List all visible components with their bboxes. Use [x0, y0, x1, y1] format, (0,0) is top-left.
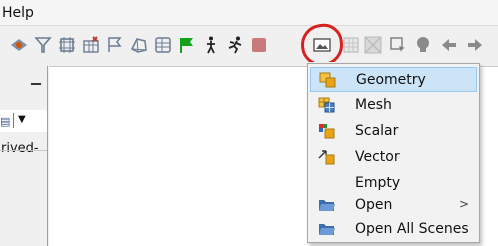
menu-item-scalar[interactable]: Scalar	[310, 119, 477, 144]
scene-icon[interactable]	[8, 34, 30, 56]
vector-scene-icon	[318, 149, 336, 165]
divider	[0, 150, 47, 151]
geometry-scene-icon	[319, 72, 337, 88]
polygon-icon[interactable]	[128, 34, 150, 56]
grid-icon[interactable]	[340, 34, 362, 56]
minimize-icon[interactable]	[31, 83, 41, 85]
menu-item-geometry[interactable]: Geometry	[310, 67, 477, 92]
menu-item-vector[interactable]: Vector	[310, 145, 477, 170]
forward-arrow-icon[interactable]	[464, 34, 486, 56]
crop-icon[interactable]	[56, 34, 78, 56]
run-icon[interactable]	[224, 34, 246, 56]
menu-item-label: Open All Scenes	[355, 221, 469, 237]
menu-item-label: Open	[355, 197, 393, 213]
checker-icon[interactable]	[362, 34, 384, 56]
table-icon[interactable]	[152, 34, 174, 56]
separator	[13, 113, 14, 128]
back-arrow-icon[interactable]	[438, 34, 460, 56]
menu-item-label: Empty	[355, 175, 401, 191]
mesh-scene-icon	[318, 97, 336, 113]
scalar-scene-icon	[318, 123, 336, 139]
left-panel: ▤ ▼ rived-	[0, 66, 48, 246]
folder-icon	[318, 221, 336, 237]
menu-item-label: Scalar	[355, 123, 399, 139]
new-scene-dropdown: Geometry Mesh Scalar Vector Empty Open >…	[307, 63, 480, 243]
menu-item-open[interactable]: Open >	[310, 193, 477, 218]
dropdown-arrow-icon[interactable]: ▼	[18, 114, 26, 125]
stop-icon[interactable]	[248, 34, 270, 56]
menu-help[interactable]: Help	[2, 5, 34, 21]
menu-item-label: Geometry	[356, 72, 426, 88]
menu-item-label: Vector	[355, 149, 400, 165]
panel-toolbar: ▤ ▼	[0, 110, 47, 132]
folder-icon	[318, 197, 336, 213]
filter-icon[interactable]	[32, 34, 54, 56]
select-icon[interactable]	[387, 34, 409, 56]
tree-item-derived[interactable]: rived-	[1, 141, 39, 156]
menu-item-open-all-scenes[interactable]: Open All Scenes	[310, 217, 477, 242]
menu-item-label: Mesh	[355, 97, 392, 113]
camera-icon[interactable]	[412, 34, 434, 56]
submenu-arrow-icon: >	[458, 197, 469, 211]
menu-item-mesh[interactable]: Mesh	[310, 93, 477, 118]
menu-bar: Help	[0, 0, 498, 26]
chart-delete-icon[interactable]	[80, 34, 102, 56]
tree-icon[interactable]: ▤	[0, 115, 10, 128]
toolbar	[0, 26, 498, 66]
green-flag-icon[interactable]	[176, 34, 198, 56]
step-icon[interactable]	[200, 34, 222, 56]
new-scene-icon[interactable]	[311, 34, 333, 56]
flag-outline-icon[interactable]	[104, 34, 126, 56]
